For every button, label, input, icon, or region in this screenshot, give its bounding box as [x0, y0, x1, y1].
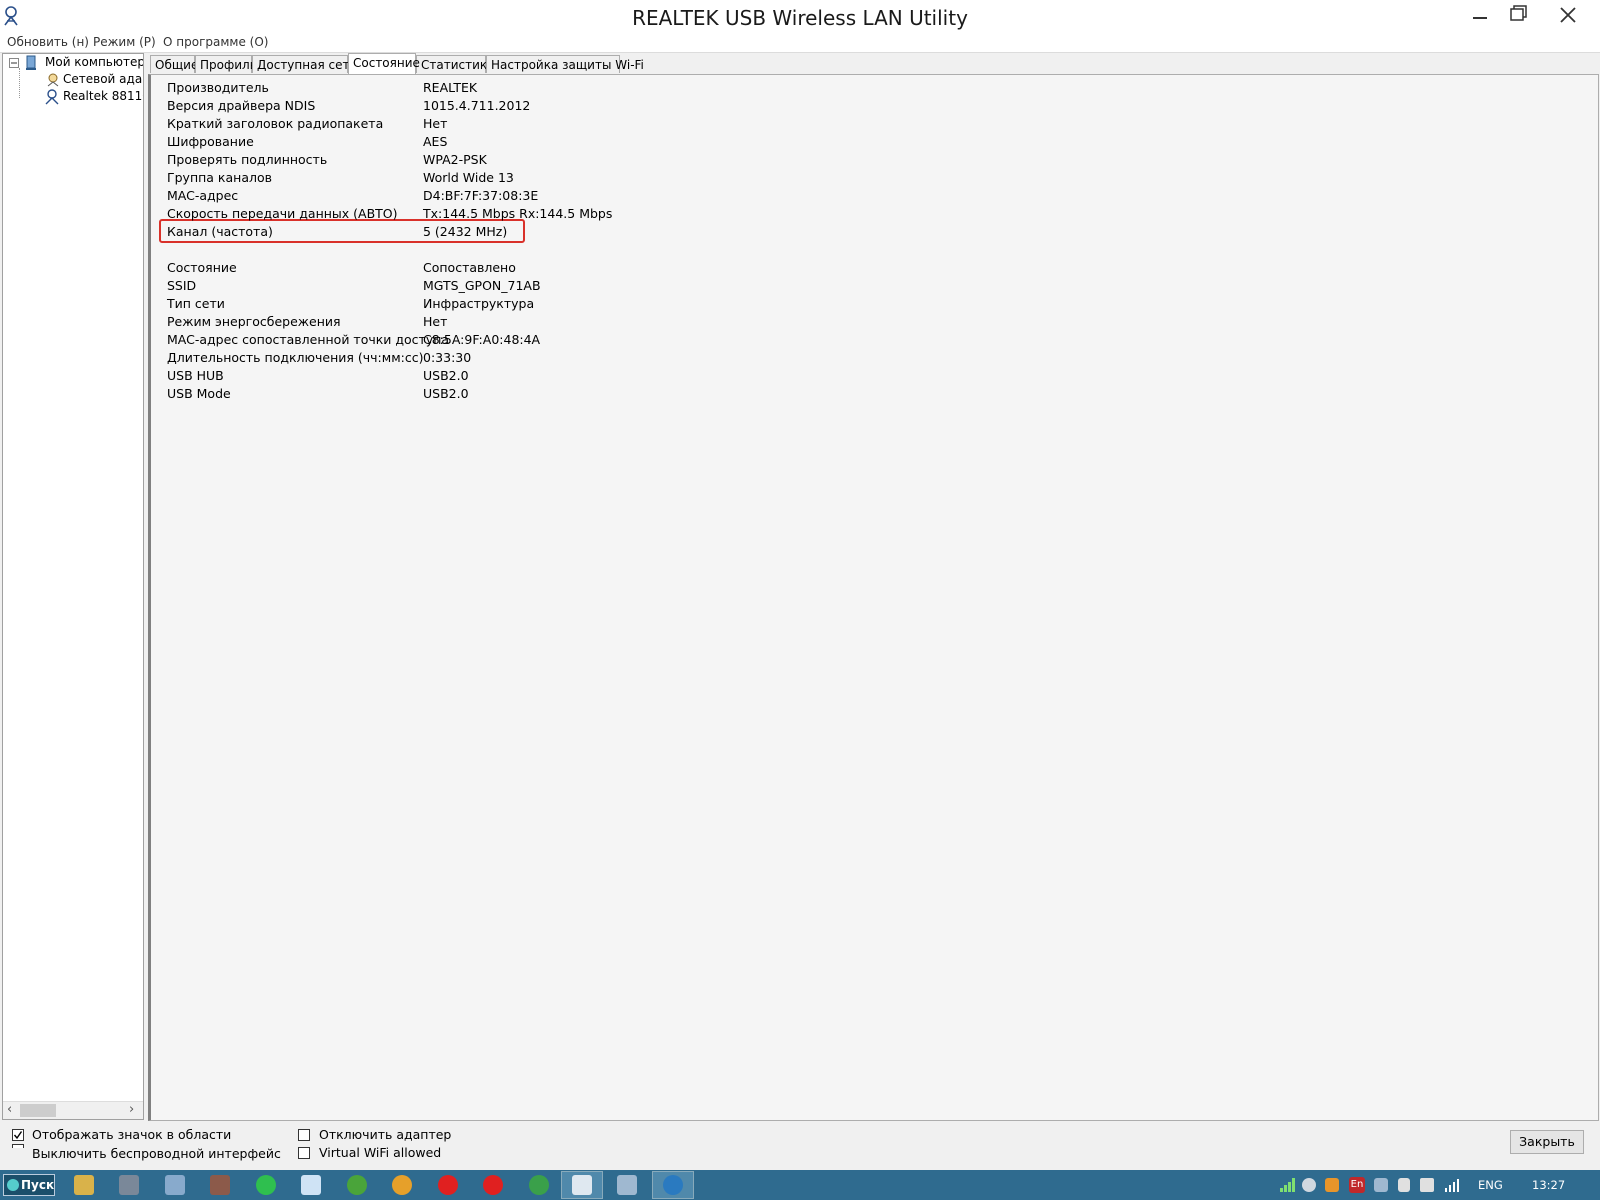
menu-refresh[interactable]: Обновить (н) [7, 35, 89, 49]
minimize-button[interactable] [1460, 0, 1500, 30]
yandex-browser-icon[interactable] [438, 1175, 458, 1195]
utorrent-icon[interactable] [347, 1175, 367, 1195]
network-utility-icon[interactable] [617, 1175, 637, 1195]
restore-button[interactable] [1496, 0, 1536, 30]
action-center-flag-icon[interactable] [1398, 1178, 1410, 1192]
disable-wireless-checkbox[interactable] [12, 1144, 24, 1148]
input-language[interactable]: ENG [1478, 1178, 1503, 1192]
show-icon-label: Отображать значок в области [32, 1127, 232, 1142]
scroll-thumb[interactable] [20, 1104, 56, 1117]
app-icon[interactable] [210, 1175, 230, 1195]
options-area: Отображать значок в области Выключить бе… [0, 1122, 1600, 1168]
realtek-device-icon [45, 89, 59, 105]
tab-status[interactable]: Состояние [348, 53, 420, 74]
disable-adapter-checkbox[interactable] [298, 1129, 310, 1141]
windows-orb-icon [7, 1179, 19, 1191]
start-label: Пуск [21, 1178, 55, 1192]
tab-statistics[interactable]: Статистика [416, 55, 495, 73]
wifi-tray-icon[interactable] [1445, 1179, 1461, 1192]
title-bar: REALTEK USB Wireless LAN Utility [0, 0, 1600, 34]
tree-item-network-adapter[interactable]: Сетевой адапт [63, 72, 143, 86]
tab-wifi-protection[interactable]: Настройка защиты Wi-Fi [486, 55, 644, 73]
chrome-alt-icon[interactable] [529, 1175, 549, 1195]
network-adapter-icon [47, 73, 59, 87]
collapse-icon[interactable] [9, 58, 19, 68]
tree-connector [19, 68, 21, 98]
tab-general[interactable]: Общие [150, 55, 198, 73]
whatsapp-icon[interactable] [256, 1175, 276, 1195]
taskbar: Пуск En ENG 13:27 [0, 1170, 1600, 1200]
virtual-wifi-label: Virtual WiFi allowed [319, 1145, 442, 1160]
image-viewer-icon[interactable] [165, 1175, 185, 1195]
disable-adapter-label: Отключить адаптер [319, 1127, 452, 1142]
volume-icon[interactable] [1420, 1178, 1434, 1192]
clock[interactable]: 13:27 [1532, 1178, 1565, 1192]
close-window-button[interactable] [1548, 0, 1588, 30]
virtual-wifi-checkbox[interactable] [298, 1147, 310, 1159]
tray-app-icon[interactable] [1302, 1178, 1316, 1192]
chrome-icon[interactable] [392, 1175, 412, 1195]
checkmark-icon [13, 1131, 23, 1140]
tree-horizontal-scrollbar[interactable]: ‹ › [3, 1101, 143, 1119]
realtek-taskbar-icon [572, 1175, 592, 1195]
tab-available-network[interactable]: Доступная сеть [252, 55, 357, 73]
yandex-icon[interactable] [483, 1175, 503, 1195]
tray-tool-icon[interactable] [1374, 1178, 1388, 1192]
tool-app-icon[interactable] [119, 1175, 139, 1195]
scroll-right-icon[interactable]: › [129, 1102, 134, 1117]
signal-strength-icon[interactable] [1280, 1178, 1296, 1192]
computer-icon [26, 55, 36, 70]
language-badge-icon[interactable]: En [1349, 1177, 1365, 1193]
tab-profile[interactable]: Профиль [195, 55, 257, 73]
menu-about[interactable]: О программе (О) [163, 35, 268, 49]
status-panel: Производитель REALTEK Версия драйвера NDI… [148, 74, 1599, 1121]
file-explorer-icon[interactable] [74, 1175, 94, 1195]
menu-bar: Обновить (н) Режим (Р) О программе (О) [0, 34, 1600, 53]
show-icon-checkbox[interactable] [12, 1129, 24, 1141]
disable-wireless-label: Выключить беспроводной интерфейс [32, 1146, 281, 1161]
tree-item-realtek[interactable]: Realtek 8811CL [63, 89, 143, 103]
window-title: REALTEK USB Wireless LAN Utility [632, 6, 968, 30]
menu-mode[interactable]: Режим (Р) [93, 35, 156, 49]
document-icon[interactable] [301, 1175, 321, 1195]
tree-root-my-computer[interactable]: Мой компьютер [45, 55, 143, 69]
active-app-icon [663, 1175, 683, 1195]
device-tree: Мой компьютер Сетевой адапт Realtek 8811… [2, 53, 144, 1120]
scroll-left-icon[interactable]: ‹ [7, 1102, 12, 1117]
tray-warning-icon[interactable] [1325, 1178, 1339, 1192]
start-button[interactable]: Пуск [3, 1174, 55, 1196]
close-button[interactable]: Закрыть [1510, 1130, 1584, 1154]
